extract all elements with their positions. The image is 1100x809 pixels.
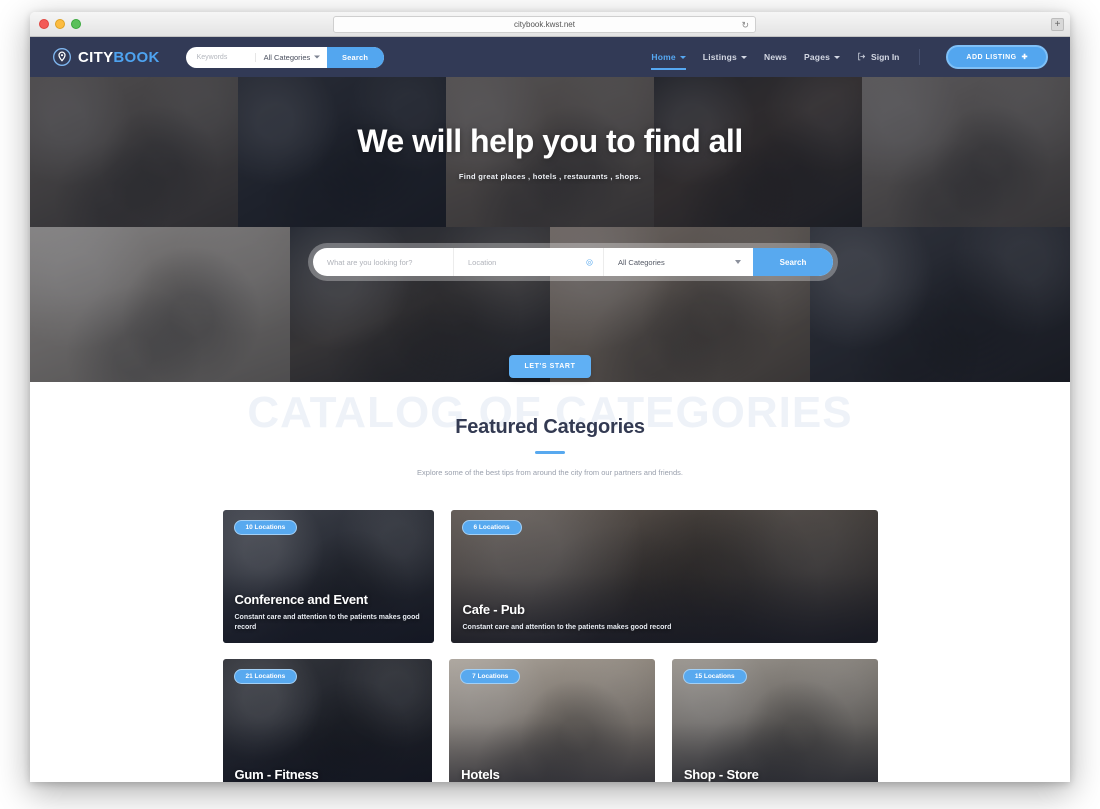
chevron-down-icon <box>679 55 686 59</box>
lets-start-button[interactable]: LET'S START <box>509 355 591 378</box>
header-keywords-input[interactable]: Keywords <box>186 54 255 61</box>
hero-location-input[interactable]: Location ◎ <box>453 248 603 276</box>
card-description: Constant care and attention to the patie… <box>462 623 672 631</box>
page-title: Featured Categories <box>455 416 645 438</box>
card-body: Gum - Fitness <box>235 767 421 782</box>
address-bar[interactable]: citybook.kwst.net ↻ <box>333 16 756 33</box>
category-card-row-1: 10 Locations Conference and Event Consta… <box>222 510 878 643</box>
card-description: Constant care and attention to the patie… <box>234 613 420 631</box>
browser-titlebar: citybook.kwst.net ↻ + <box>30 12 1070 37</box>
header-search-button[interactable]: Search <box>326 46 384 68</box>
expand-icon[interactable]: + <box>1051 18 1064 31</box>
card-body: Conference and Event Constant care and a… <box>235 592 422 633</box>
nav-item-pages[interactable]: Pages <box>804 42 841 72</box>
address-bar-url: citybook.kwst.net <box>514 20 575 29</box>
logo-text-secondary: BOOK <box>113 48 160 66</box>
page-viewport: CITYBOOK Keywords All Categories Search … <box>30 37 1070 782</box>
site-header: CITYBOOK Keywords All Categories Search … <box>30 37 1070 77</box>
nav-item-news-label: News <box>763 52 787 62</box>
hero-subtitle: Find great places , hotels , restaurants… <box>458 172 642 181</box>
nav-item-listings[interactable]: Listings <box>703 42 747 72</box>
card-title: Gum - Fitness <box>234 767 319 782</box>
header-search-group: Keywords All Categories Search <box>185 46 384 68</box>
status-badge: 21 Locations <box>233 669 298 684</box>
category-card-hotels[interactable]: 7 Locations Hotels <box>449 659 655 782</box>
category-card-row-2: 21 Locations Gum - Fitness 7 Locations H… <box>222 659 878 782</box>
chevron-down-icon <box>735 260 741 264</box>
card-title: Cafe - Pub <box>462 601 525 617</box>
band-tile-bedroom <box>30 227 290 382</box>
status-badge: 6 Locations <box>461 520 522 535</box>
card-title: Shop - Store <box>683 767 759 782</box>
logo-text-primary: CITY <box>78 48 114 66</box>
map-pin-icon <box>52 47 72 67</box>
card-title: Conference and Event <box>234 591 368 607</box>
card-body: Shop - Store <box>684 767 866 782</box>
card-body: Hotels <box>461 767 643 782</box>
main-navigation: Home Listings News Pages Sign In ADD LIS… <box>651 42 1048 72</box>
maximize-window-button[interactable] <box>71 19 81 29</box>
status-badge: 10 Locations <box>233 520 298 535</box>
hero-search-bar-inner: What are you looking for? Location ◎ All… <box>313 248 833 276</box>
chevron-down-icon <box>313 55 320 59</box>
logo-text: CITYBOOK <box>78 49 160 66</box>
hero-category-value: All Categories <box>618 257 665 267</box>
add-listing-label: ADD LISTING <box>966 53 1017 61</box>
featured-categories-section: CATALOG OF CATEGORIES Featured Categorie… <box>30 382 1070 782</box>
category-card-conference[interactable]: 10 Locations Conference and Event Consta… <box>222 510 434 643</box>
geolocate-icon[interactable]: ◎ <box>586 258 593 267</box>
header-category-value: All Categories <box>263 52 311 62</box>
card-body: Cafe - Pub Constant care and attention t… <box>463 602 866 633</box>
hero-search-button[interactable]: Search <box>753 248 833 276</box>
reload-icon[interactable]: ↻ <box>741 20 749 31</box>
add-listing-button[interactable]: ADD LISTING ✚ <box>946 45 1048 69</box>
hero-title: We will help you to find all <box>357 123 743 159</box>
status-badge: 7 Locations <box>460 669 521 684</box>
sign-in-icon <box>857 52 866 63</box>
header-category-select[interactable]: All Categories <box>254 52 327 62</box>
category-card-cafe-pub[interactable]: 6 Locations Cafe - Pub Constant care and… <box>450 510 878 643</box>
section-subtitle: Explore some of the best tips from aroun… <box>417 468 683 477</box>
sign-in-button[interactable]: Sign In <box>857 52 899 63</box>
minimize-window-button[interactable] <box>55 19 65 29</box>
hero-category-select[interactable]: All Categories <box>603 248 753 276</box>
category-card-shop-store[interactable]: 15 Locations Shop - Store <box>671 659 878 782</box>
hero-overlay: We will help you to find all Find great … <box>30 77 1070 227</box>
nav-item-pages-label: Pages <box>804 52 831 62</box>
title-underline <box>535 451 565 454</box>
close-window-button[interactable] <box>39 19 49 29</box>
status-badge: 15 Locations <box>682 669 747 684</box>
plus-icon: ✚ <box>1021 54 1028 61</box>
sign-in-label: Sign In <box>871 52 900 62</box>
nav-item-home-label: Home <box>651 52 676 62</box>
window-traffic-lights <box>30 19 81 29</box>
category-card-gym-fitness[interactable]: 21 Locations Gum - Fitness <box>222 659 433 782</box>
hero-search-bar: What are you looking for? Location ◎ All… <box>308 243 838 281</box>
browser-window: citybook.kwst.net ↻ + CITYBOOK Keywords … <box>30 12 1070 782</box>
nav-item-home[interactable]: Home <box>651 42 687 72</box>
hero-section: We will help you to find all Find great … <box>30 77 1070 227</box>
site-logo[interactable]: CITYBOOK <box>52 47 160 67</box>
hero-location-placeholder: Location <box>468 257 497 267</box>
category-card-grid: 10 Locations Conference and Event Consta… <box>222 510 878 782</box>
chevron-down-icon <box>740 55 747 59</box>
nav-item-news[interactable]: News <box>764 42 787 72</box>
search-band: What are you looking for? Location ◎ All… <box>30 227 1070 382</box>
card-title: Hotels <box>461 767 500 782</box>
nav-item-listings-label: Listings <box>702 52 737 62</box>
band-tile-restaurant <box>810 227 1070 382</box>
chevron-down-icon <box>834 55 841 59</box>
nav-divider <box>919 49 921 65</box>
hero-keyword-input[interactable]: What are you looking for? <box>313 248 453 276</box>
